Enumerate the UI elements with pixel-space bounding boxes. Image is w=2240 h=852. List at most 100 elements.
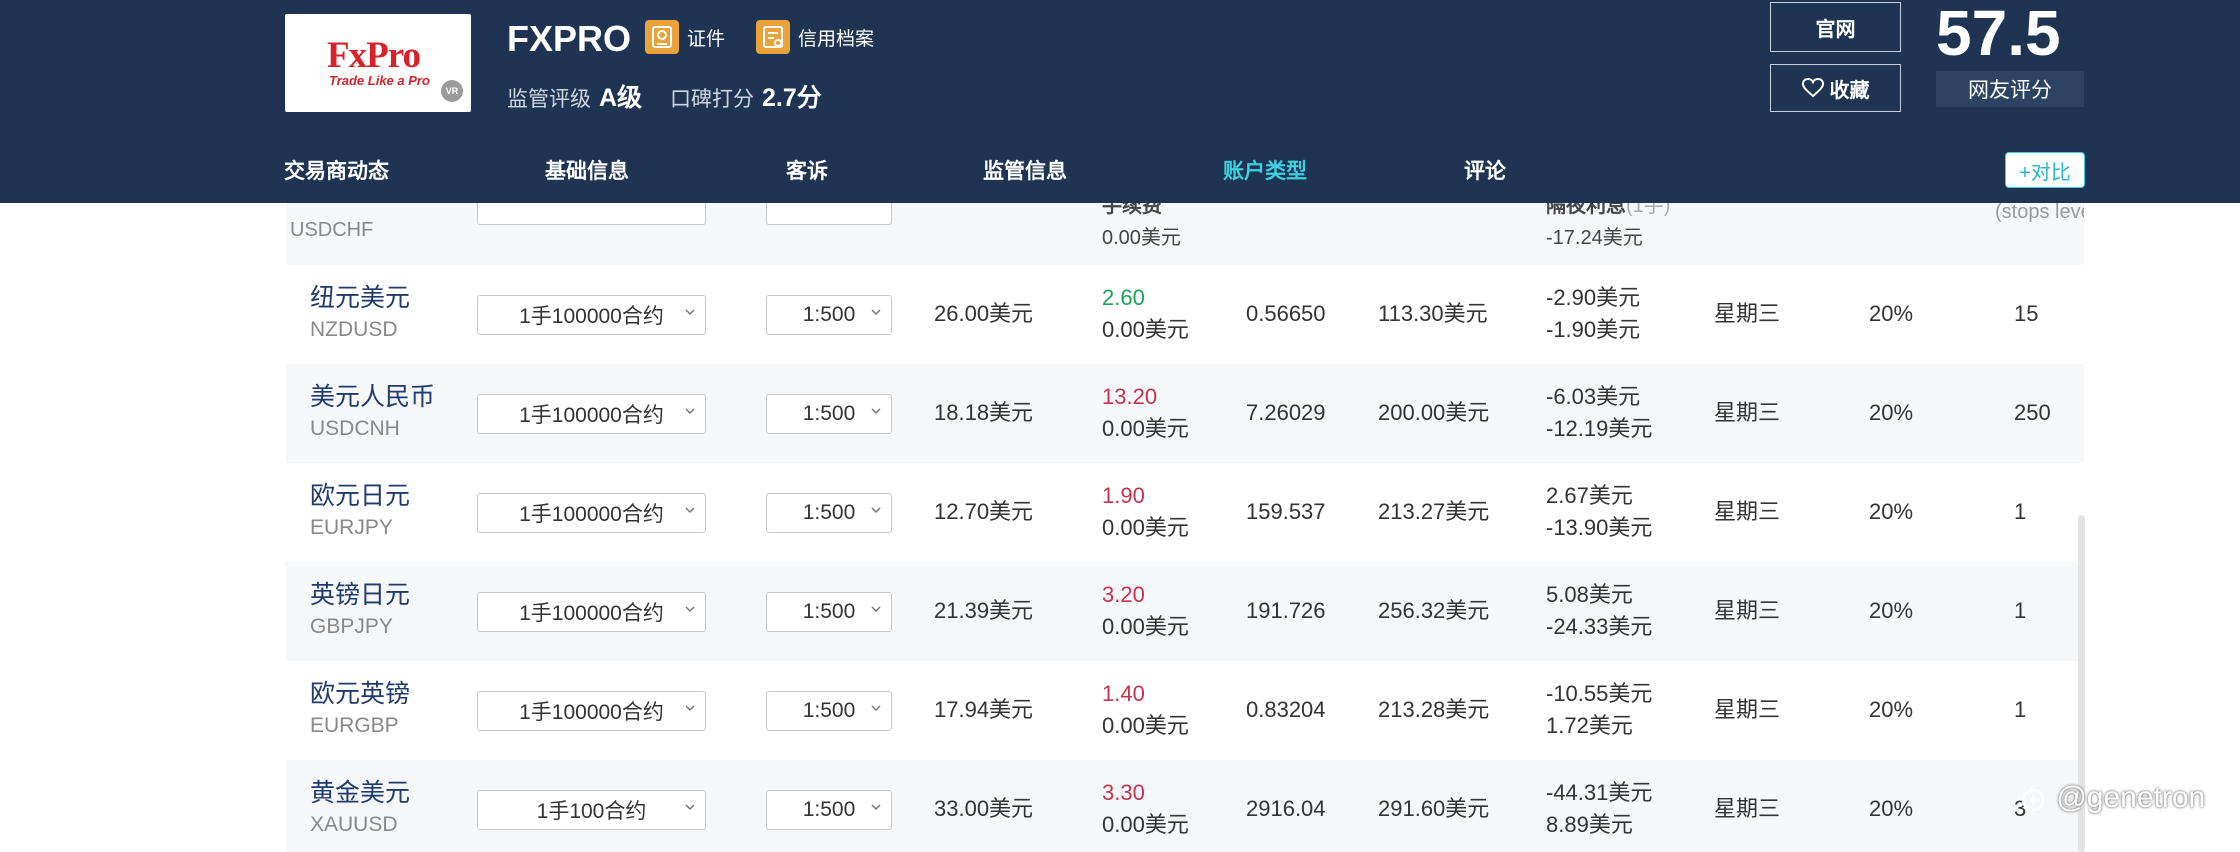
symbol-partial: USDCHF xyxy=(290,219,374,241)
spread-value: 1.40 xyxy=(1102,681,1145,706)
credit-file-chip[interactable]: 信用档案 xyxy=(756,20,874,54)
swap-long: 2.67美元 xyxy=(1546,483,1633,508)
contract-select[interactable]: 1手100000合约 xyxy=(477,691,706,731)
overnight-value-partial: -17.24美元 xyxy=(1546,227,1643,249)
certificate-chip[interactable]: 证件 xyxy=(645,20,725,54)
weibo-icon xyxy=(2021,788,2045,812)
tab-regulation[interactable]: 监管信息 xyxy=(983,155,1067,185)
symbol-name-cn[interactable]: 欧元日元 xyxy=(310,481,410,511)
favorite-button[interactable]: 收藏 xyxy=(1770,64,1901,112)
swap-long: -10.55美元 xyxy=(1546,681,1653,706)
certificate-icon xyxy=(645,20,679,54)
leverage-select[interactable]: 1:500 xyxy=(766,691,892,731)
margin-value: 12.70美元 xyxy=(934,499,1034,524)
chevron-down-icon xyxy=(685,408,695,415)
leverage-select-value: 1:500 xyxy=(802,798,856,821)
contract-select[interactable]: 1手100000合约 xyxy=(477,295,706,335)
swap-long: 5.08美元 xyxy=(1546,582,1633,607)
contract-select-value: 1手100000合约 xyxy=(519,404,664,427)
margin-ratio: 20% xyxy=(1869,499,1914,524)
fee-value-partial: 0.00美元 xyxy=(1102,227,1181,249)
swap-short: -13.90美元 xyxy=(1546,515,1653,540)
official-site-button[interactable]: 官网 xyxy=(1770,2,1901,52)
tab-broker-news[interactable]: 交易商动态 xyxy=(284,155,389,185)
price-value: 2916.04 xyxy=(1246,796,1326,821)
tab-complaints[interactable]: 客诉 xyxy=(786,155,828,185)
contract-select-value: 1手100000合约 xyxy=(519,701,664,724)
certificate-label: 证件 xyxy=(687,28,726,50)
swap-short: -12.19美元 xyxy=(1546,416,1653,441)
chevron-down-icon xyxy=(685,606,695,613)
margin-ratio: 20% xyxy=(1869,697,1914,722)
margin-ratio: 20% xyxy=(1869,598,1914,623)
chevron-down-icon xyxy=(871,606,881,613)
broker-name: FXPRO xyxy=(507,18,632,59)
symbol-name-cn[interactable]: 欧元英镑 xyxy=(310,679,410,709)
commission-value: 0.00美元 xyxy=(1102,416,1189,441)
vr-badge: VR xyxy=(441,80,463,102)
contract-select[interactable]: 1手100合约 xyxy=(477,790,706,830)
price-value: 191.726 xyxy=(1246,598,1326,623)
reputation-label: 口碑打分 xyxy=(670,88,754,111)
price-value: 0.83204 xyxy=(1246,697,1326,722)
leverage-select-partial[interactable] xyxy=(766,203,892,225)
price-value: 0.56650 xyxy=(1246,301,1326,326)
price-value: 159.537 xyxy=(1246,499,1326,524)
tab-account-types[interactable]: 账户类型 xyxy=(1223,155,1307,185)
account-type-table: USDCHF 手续费 0.00美元 隔夜利息(1手) -17.24美元 (sto… xyxy=(286,203,2084,852)
symbol-name-en: USDCNH xyxy=(310,417,400,440)
user-score-label: 网友评分 xyxy=(1936,71,2084,107)
spread-value: 13.20 xyxy=(1102,384,1158,409)
leverage-select[interactable]: 1:500 xyxy=(766,394,892,434)
spread-value: 3.30 xyxy=(1102,780,1145,805)
leverage-select-value: 1:500 xyxy=(802,501,856,524)
watermark-text: @genetron xyxy=(2056,781,2206,814)
chevron-down-icon xyxy=(871,309,881,316)
leverage-select[interactable]: 1:500 xyxy=(766,592,892,632)
contract-select[interactable]: 1手100000合约 xyxy=(477,394,706,434)
leverage-select-value: 1:500 xyxy=(802,699,856,722)
symbol-name-cn[interactable]: 美元人民币 xyxy=(310,382,435,412)
chevron-down-icon xyxy=(871,705,881,712)
regulation-label: 监管评级 xyxy=(507,88,591,111)
chevron-down-icon xyxy=(871,408,881,415)
heart-icon xyxy=(1801,78,1824,98)
tab-basic-info[interactable]: 基础信息 xyxy=(545,155,629,185)
regulation-value: A级 xyxy=(599,84,643,112)
table-row: 欧元日元 EURJPY 1手100000合约 1:500 12.70美元 1.90 0.00… xyxy=(286,463,2084,562)
symbol-name-cn[interactable]: 纽元美元 xyxy=(310,283,410,313)
margin-value: 33.00美元 xyxy=(934,796,1034,821)
margin-value: 18.18美元 xyxy=(934,400,1034,425)
credit-file-icon xyxy=(756,20,790,54)
symbol-name-cn[interactable]: 黄金美元 xyxy=(310,778,410,808)
leverage-select[interactable]: 1:500 xyxy=(766,493,892,533)
logo-tagline: Trade Like a Pro xyxy=(329,73,430,88)
commission-value: 0.00美元 xyxy=(1102,713,1189,738)
leverage-select[interactable]: 1:500 xyxy=(766,790,892,830)
fee-header: 手续费 xyxy=(1102,203,1162,217)
triple-swap-day: 星期三 xyxy=(1714,697,1781,722)
contract-select[interactable]: 1手100000合约 xyxy=(477,493,706,533)
swap-short: -24.33美元 xyxy=(1546,614,1653,639)
credit-file-label: 信用档案 xyxy=(798,28,875,50)
chevron-down-icon xyxy=(685,705,695,712)
commission-value: 0.00美元 xyxy=(1102,812,1189,837)
table-row: 黄金美元 XAUUSD 1手100合约 1:500 33.00美元 3.30 0.00美元 2… xyxy=(286,760,2084,852)
symbol-name-en: EURJPY xyxy=(310,516,393,539)
contract-select-value: 1手100000合约 xyxy=(519,305,664,328)
contract-select[interactable]: 1手100000合约 xyxy=(477,592,706,632)
symbol-name-cn[interactable]: 英镑日元 xyxy=(310,580,410,610)
chevron-down-icon xyxy=(685,507,695,514)
tab-comments[interactable]: 评论 xyxy=(1464,155,1506,185)
symbol-name-en: GBPJPY xyxy=(310,615,393,638)
triple-swap-day: 星期三 xyxy=(1714,499,1781,524)
swap-short: 1.72美元 xyxy=(1546,713,1633,738)
reputation-score: 口碑打分 2.7分 xyxy=(670,78,822,112)
swap-short: -1.90美元 xyxy=(1546,317,1641,342)
leverage-select[interactable]: 1:500 xyxy=(766,295,892,335)
triple-swap-day: 星期三 xyxy=(1714,400,1781,425)
commission-value: 0.00美元 xyxy=(1102,614,1189,639)
point-value: 291.60美元 xyxy=(1378,796,1490,821)
contract-select-partial[interactable] xyxy=(477,203,706,225)
compare-button[interactable]: +对比 xyxy=(2005,152,2085,188)
